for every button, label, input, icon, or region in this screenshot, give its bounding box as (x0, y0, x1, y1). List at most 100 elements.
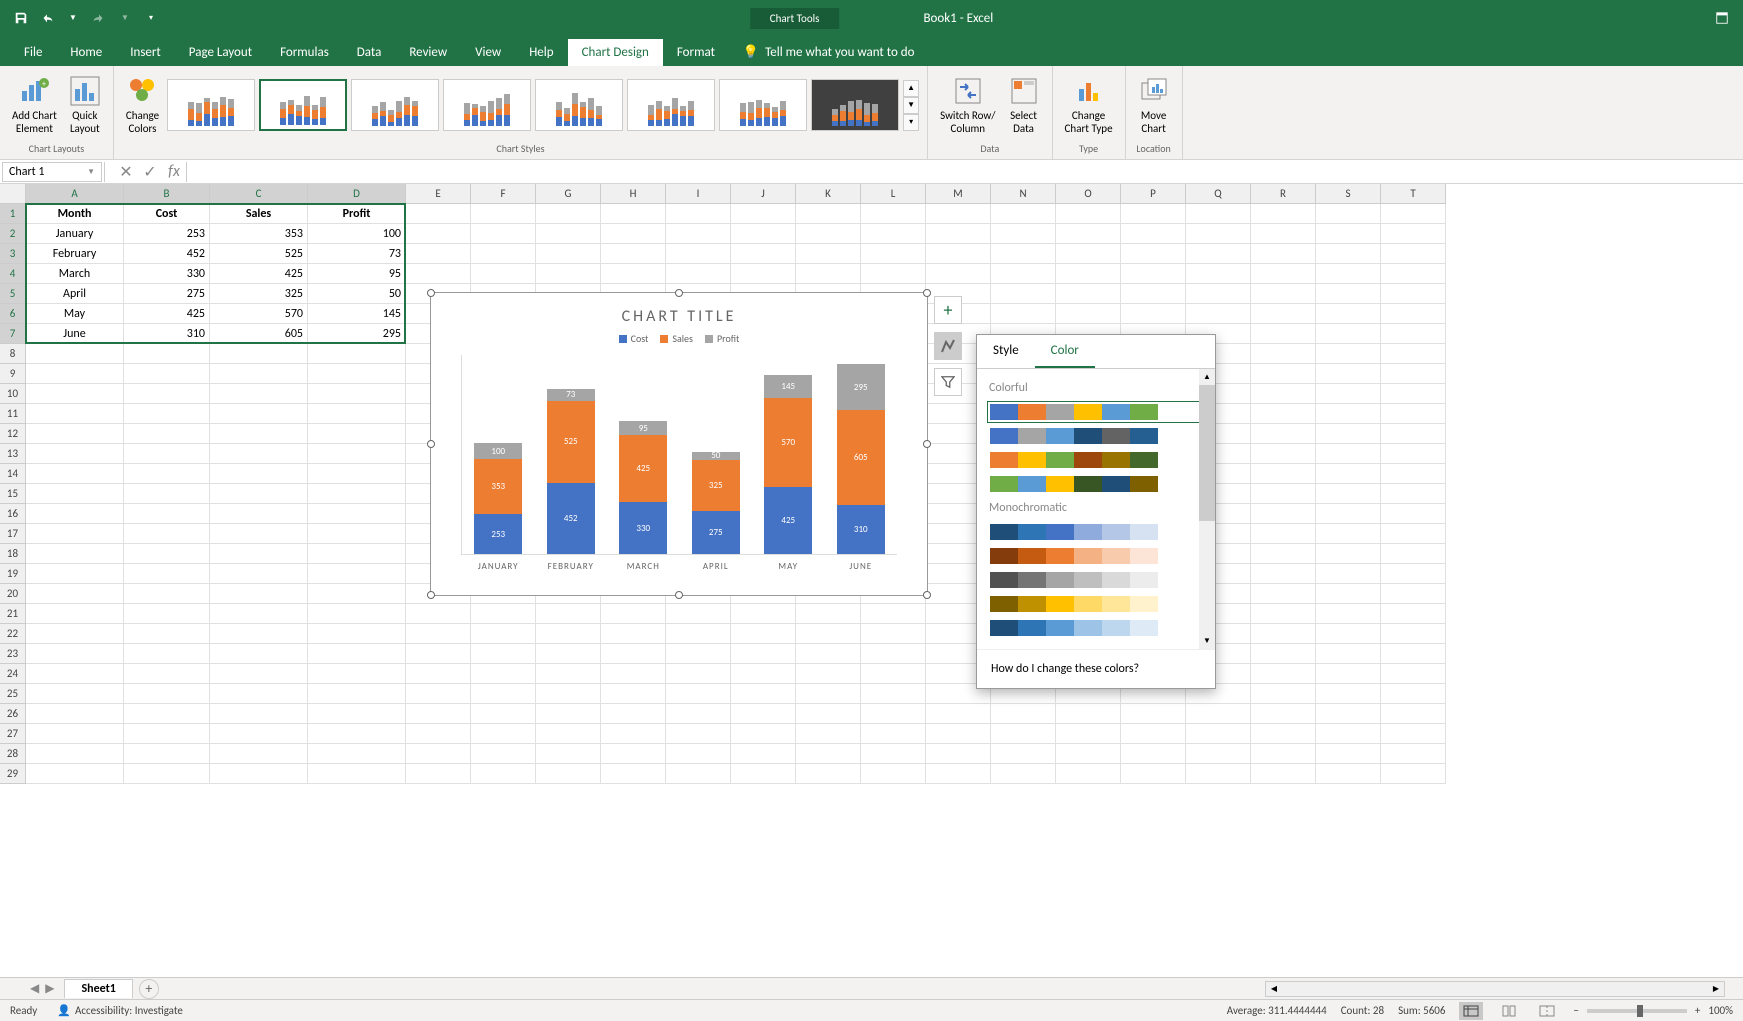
cell-T11[interactable] (1381, 404, 1446, 424)
chart-object[interactable]: CHART TITLE Cost Sales Profit 253353100J… (430, 292, 928, 596)
cell-C4[interactable]: 425 (210, 264, 308, 284)
cell-C6[interactable]: 570 (210, 304, 308, 324)
sheet-tab-1[interactable]: Sheet1 (64, 979, 132, 998)
cell-M29[interactable] (926, 764, 991, 784)
bar-cost-2[interactable]: 330 (619, 502, 667, 554)
cell-P29[interactable] (1121, 764, 1186, 784)
cell-T20[interactable] (1381, 584, 1446, 604)
cell-P3[interactable] (1121, 244, 1186, 264)
row-header-15[interactable]: 15 (0, 484, 26, 504)
bar-profit-5[interactable]: 295 (837, 364, 885, 410)
cell-J23[interactable] (731, 644, 796, 664)
cell-J2[interactable] (731, 224, 796, 244)
cell-O2[interactable] (1056, 224, 1121, 244)
cell-A12[interactable] (26, 424, 124, 444)
cell-B17[interactable] (124, 524, 210, 544)
bar-profit-4[interactable]: 145 (764, 375, 812, 398)
quick-layout-button[interactable]: Quick Layout (65, 73, 105, 137)
cell-F24[interactable] (471, 664, 536, 684)
cell-G23[interactable] (536, 644, 601, 664)
resize-handle-bc[interactable] (675, 591, 683, 599)
row-header-17[interactable]: 17 (0, 524, 26, 544)
hscroll-right[interactable]: ▶ (1708, 982, 1724, 996)
cell-I26[interactable] (666, 704, 731, 724)
cell-C2[interactable]: 353 (210, 224, 308, 244)
col-header-K[interactable]: K (796, 184, 861, 204)
row-header-20[interactable]: 20 (0, 584, 26, 604)
row-header-13[interactable]: 13 (0, 444, 26, 464)
cell-K1[interactable] (796, 204, 861, 224)
cell-L3[interactable] (861, 244, 926, 264)
col-header-B[interactable]: B (124, 184, 210, 204)
color-scheme-colorful-1[interactable] (987, 425, 1205, 447)
cell-S2[interactable] (1316, 224, 1381, 244)
cell-G1[interactable] (536, 204, 601, 224)
row-header-9[interactable]: 9 (0, 364, 26, 384)
cell-D25[interactable] (308, 684, 406, 704)
enter-formula-button[interactable]: ✓ (138, 162, 162, 182)
cell-N26[interactable] (991, 704, 1056, 724)
cell-N2[interactable] (991, 224, 1056, 244)
row-header-16[interactable]: 16 (0, 504, 26, 524)
cell-N6[interactable] (991, 304, 1056, 324)
cell-R14[interactable] (1251, 464, 1316, 484)
cell-S23[interactable] (1316, 644, 1381, 664)
cell-A24[interactable] (26, 664, 124, 684)
cell-C25[interactable] (210, 684, 308, 704)
row-header-5[interactable]: 5 (0, 284, 26, 304)
cell-C29[interactable] (210, 764, 308, 784)
cell-T26[interactable] (1381, 704, 1446, 724)
cell-R19[interactable] (1251, 564, 1316, 584)
row-header-29[interactable]: 29 (0, 764, 26, 784)
cell-B20[interactable] (124, 584, 210, 604)
cell-O26[interactable] (1056, 704, 1121, 724)
bar-cost-1[interactable]: 452 (547, 483, 595, 554)
cell-D29[interactable] (308, 764, 406, 784)
cell-G25[interactable] (536, 684, 601, 704)
cell-R27[interactable] (1251, 724, 1316, 744)
cell-J22[interactable] (731, 624, 796, 644)
cell-G4[interactable] (536, 264, 601, 284)
cell-K2[interactable] (796, 224, 861, 244)
cell-A20[interactable] (26, 584, 124, 604)
row-header-28[interactable]: 28 (0, 744, 26, 764)
cell-A1[interactable]: Month (26, 204, 124, 224)
cell-T25[interactable] (1381, 684, 1446, 704)
cell-O3[interactable] (1056, 244, 1121, 264)
cell-T3[interactable] (1381, 244, 1446, 264)
cell-C21[interactable] (210, 604, 308, 624)
bar-profit-0[interactable]: 100 (474, 443, 522, 459)
ribbon-display-options[interactable] (1711, 7, 1733, 29)
row-header-18[interactable]: 18 (0, 544, 26, 564)
col-header-D[interactable]: D (308, 184, 406, 204)
cell-I22[interactable] (666, 624, 731, 644)
cell-O6[interactable] (1056, 304, 1121, 324)
col-header-M[interactable]: M (926, 184, 991, 204)
cell-S8[interactable] (1316, 344, 1381, 364)
cell-B29[interactable] (124, 764, 210, 784)
cell-C9[interactable] (210, 364, 308, 384)
select-data-button[interactable]: Select Data (1004, 73, 1044, 137)
cell-R24[interactable] (1251, 664, 1316, 684)
cell-J25[interactable] (731, 684, 796, 704)
cell-T5[interactable] (1381, 284, 1446, 304)
cell-Q2[interactable] (1186, 224, 1251, 244)
cell-E1[interactable] (406, 204, 471, 224)
chart-style-5[interactable] (535, 79, 623, 131)
cell-S21[interactable] (1316, 604, 1381, 624)
cell-R21[interactable] (1251, 604, 1316, 624)
cell-B13[interactable] (124, 444, 210, 464)
cell-T16[interactable] (1381, 504, 1446, 524)
cell-A21[interactable] (26, 604, 124, 624)
redo-button[interactable] (88, 7, 110, 29)
cell-P28[interactable] (1121, 744, 1186, 764)
cell-B19[interactable] (124, 564, 210, 584)
cell-I24[interactable] (666, 664, 731, 684)
cell-A27[interactable] (26, 724, 124, 744)
cell-B24[interactable] (124, 664, 210, 684)
cell-J28[interactable] (731, 744, 796, 764)
cell-D8[interactable] (308, 344, 406, 364)
cell-S9[interactable] (1316, 364, 1381, 384)
hscroll-left[interactable]: ◀ (1266, 982, 1282, 996)
cell-E22[interactable] (406, 624, 471, 644)
